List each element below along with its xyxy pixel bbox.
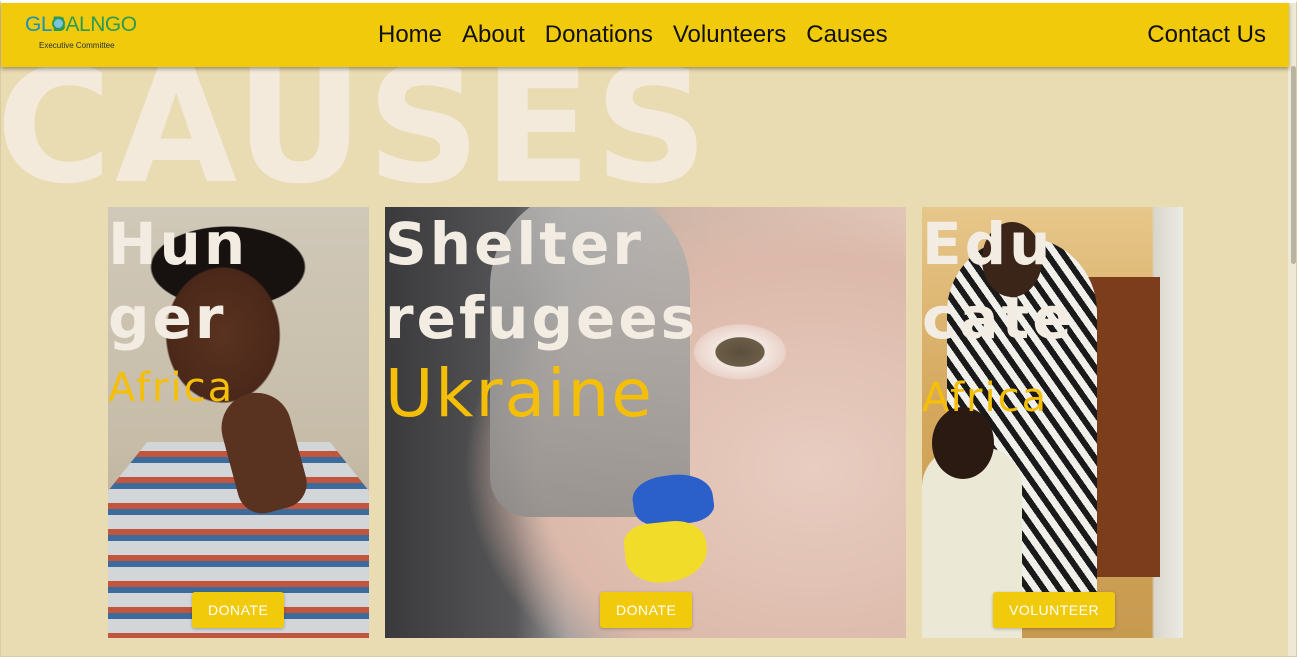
nav-causes[interactable]: Causes bbox=[806, 21, 887, 49]
photo-flag-yellow bbox=[622, 517, 710, 587]
logo-part-1: GL bbox=[25, 13, 53, 36]
nav-about[interactable]: About bbox=[462, 21, 525, 49]
cause-title-line-1: Edu bbox=[922, 210, 1054, 278]
main-nav: Home About Donations Volunteers Causes bbox=[378, 21, 888, 49]
cause-card-shelter-refugees: Shelter refugees Ukraine DONATE bbox=[385, 207, 906, 638]
scrollbar-thumb[interactable] bbox=[1291, 66, 1296, 264]
cause-title: Edu cate bbox=[922, 207, 1075, 355]
nav-home[interactable]: Home bbox=[378, 21, 442, 49]
cause-card-hunger: Hun ger Africa DONATE bbox=[108, 207, 369, 638]
cause-title-line-2: refugees bbox=[385, 284, 699, 352]
volunteer-button[interactable]: VOLUNTEER bbox=[993, 592, 1116, 628]
cause-title-line-1: Hun bbox=[108, 210, 249, 278]
cause-card-educate: Edu cate Africa VOLUNTEER bbox=[922, 207, 1183, 638]
cause-region: Africa bbox=[922, 375, 1049, 421]
globe-icon bbox=[52, 17, 65, 30]
cause-title-line-2: cate bbox=[922, 284, 1075, 352]
cause-title: Shelter refugees bbox=[385, 207, 698, 355]
cause-title-line-2: ger bbox=[108, 284, 227, 352]
nav-volunteers[interactable]: Volunteers bbox=[673, 21, 786, 49]
page-scrollbar[interactable] bbox=[1288, 0, 1297, 657]
logo-tagline: Executive Committee bbox=[39, 41, 115, 50]
logo[interactable]: GLBALNGO Executive Committee bbox=[25, 11, 137, 57]
donate-button[interactable]: DONATE bbox=[192, 592, 285, 628]
hero-heading: CAUSES bbox=[0, 35, 712, 219]
cause-title: Hun ger bbox=[108, 207, 248, 355]
donate-button[interactable]: DONATE bbox=[600, 592, 693, 628]
nav-donations[interactable]: Donations bbox=[545, 21, 653, 49]
cause-title-line-1: Shelter bbox=[385, 210, 644, 278]
cause-region: Africa bbox=[108, 365, 235, 411]
logo-text: GLBALNGO bbox=[25, 13, 137, 37]
site-header: GLBALNGO Executive Committee Home About … bbox=[1, 3, 1289, 67]
cause-region: Ukraine bbox=[385, 355, 654, 432]
nav-contact-us[interactable]: Contact Us bbox=[1147, 21, 1266, 49]
